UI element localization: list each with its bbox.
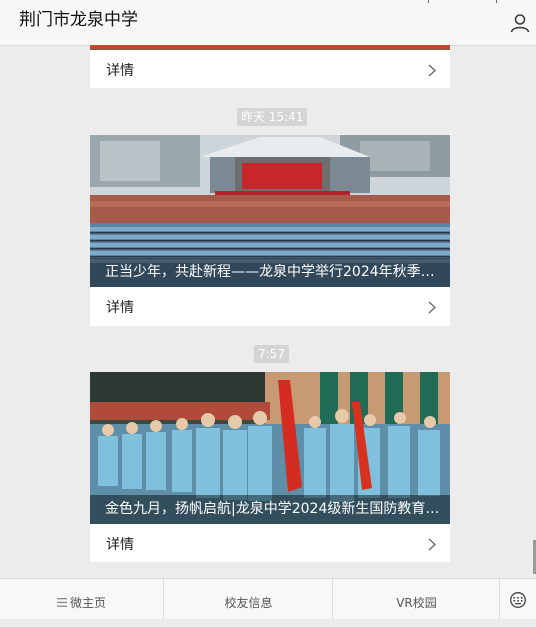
article-card[interactable]: 金色九月，扬帆启航|龙泉中学2024级新生国防教育… 详情 xyxy=(90,372,450,562)
tab-micro-home[interactable]: 微主页 xyxy=(0,579,163,619)
chevron-right-icon xyxy=(428,64,436,77)
app-header: 荆门市龙泉中学 xyxy=(0,0,536,46)
detail-link[interactable]: 详情 xyxy=(90,51,450,89)
detail-label: 详情 xyxy=(106,537,134,553)
article-card[interactable]: 详情 xyxy=(90,45,450,88)
header-divider xyxy=(428,0,429,3)
tab-vr-campus[interactable]: VR校园 xyxy=(332,579,500,619)
tab-label: 微主页 xyxy=(69,596,106,610)
cover-image[interactable]: 正当少年，共赴新程——龙泉中学举行2024年秋季… xyxy=(90,135,450,287)
detail-label: 详情 xyxy=(106,63,134,79)
detail-link[interactable]: 详情 xyxy=(90,288,450,326)
keyboard-icon xyxy=(510,592,526,608)
time-badge: 7:57 xyxy=(254,345,289,363)
cover-caption: 正当少年，共赴新程——龙泉中学举行2024年秋季… xyxy=(90,258,450,287)
chevron-right-icon xyxy=(428,301,436,314)
time-badge: 昨天 15:41 xyxy=(237,108,308,126)
tab-label: 校友信息 xyxy=(224,596,273,610)
cover-caption: 金色九月，扬帆启航|龙泉中学2024级新生国防教育… xyxy=(90,495,450,524)
user-icon[interactable] xyxy=(510,13,530,33)
cover-image[interactable]: 金色九月，扬帆启航|龙泉中学2024级新生国防教育… xyxy=(90,372,450,524)
bottom-tabbar: 微主页 校友信息 VR校园 xyxy=(0,578,536,619)
article-card[interactable]: 正当少年，共赴新程——龙泉中学举行2024年秋季… 详情 xyxy=(90,135,450,326)
detail-label: 详情 xyxy=(106,300,134,316)
menu-icon xyxy=(56,597,67,607)
keyboard-toggle-button[interactable] xyxy=(499,579,536,619)
detail-link[interactable]: 详情 xyxy=(90,525,450,563)
chevron-right-icon xyxy=(428,538,436,551)
header-divider xyxy=(496,0,497,3)
tab-label: VR校园 xyxy=(396,596,437,610)
cover-image-strip xyxy=(90,45,450,50)
tab-alumni-info[interactable]: 校友信息 xyxy=(163,579,333,619)
page-title: 荆门市龙泉中学 xyxy=(19,10,138,30)
